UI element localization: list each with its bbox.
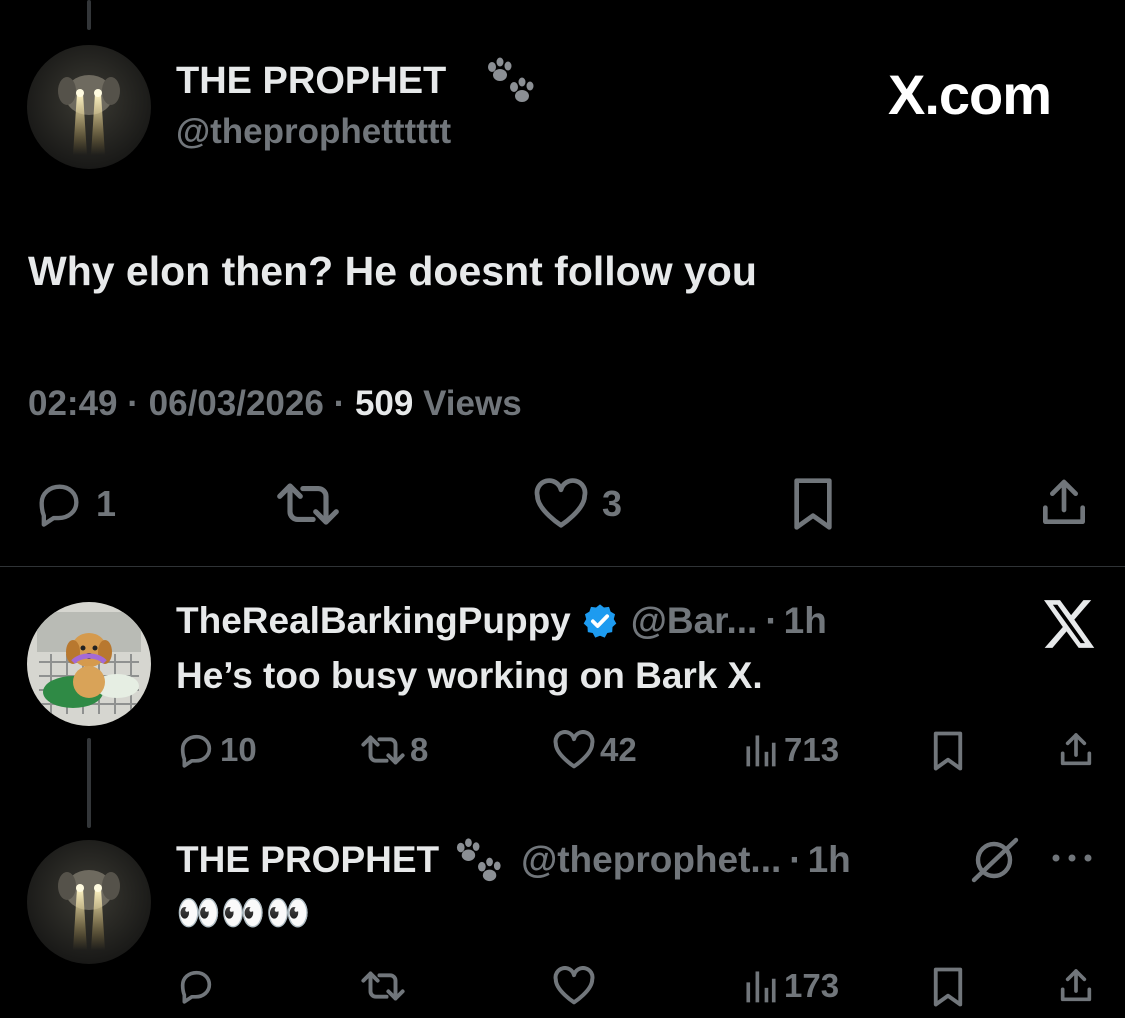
share-button[interactable] <box>1056 728 1096 772</box>
avatar[interactable] <box>27 45 151 169</box>
display-name[interactable]: TheRealBarkingPuppy <box>176 600 571 642</box>
views-count: 173 <box>784 967 840 1004</box>
tweet-time[interactable]: 02:49 <box>28 384 118 423</box>
repost-button[interactable] <box>358 966 408 1006</box>
tweet-text: Why elon then? He doesnt follow you <box>28 248 757 294</box>
repost-button[interactable]: 8 <box>358 730 428 770</box>
analytics-icon <box>742 966 780 1006</box>
tweet-meta: 02:49 · 06/03/2026 · 509 Views <box>28 384 522 424</box>
heart-icon <box>552 730 596 770</box>
thread-line-middle <box>87 738 91 828</box>
x-logo-icon <box>1044 600 1096 648</box>
x-com-brand: X.com <box>888 63 1052 126</box>
repost-count: 8 <box>410 731 429 768</box>
like-button[interactable] <box>552 966 596 1006</box>
share-icon <box>1056 964 1096 1008</box>
paw-prints-icon <box>482 55 540 105</box>
heart-icon <box>552 966 596 1006</box>
separator: · <box>765 600 778 641</box>
heart-icon <box>530 478 592 530</box>
reply-button[interactable]: 1 <box>30 478 116 530</box>
views-count: 713 <box>784 731 840 768</box>
tweet-date[interactable]: 06/03/2026 <box>149 384 324 423</box>
reply-icon <box>176 966 216 1006</box>
share-button[interactable] <box>1036 474 1092 532</box>
user-handle[interactable]: @Bar... <box>631 600 758 642</box>
reply-icon <box>176 730 216 770</box>
views-label[interactable]: Views <box>423 384 522 423</box>
more-options-icon[interactable] <box>1050 850 1094 866</box>
repost-icon <box>358 966 408 1006</box>
separator: · <box>789 839 802 880</box>
user-handle[interactable]: @theprophetttttt <box>176 112 451 152</box>
repost-button[interactable] <box>272 478 344 530</box>
bookmark-icon <box>788 476 838 532</box>
separator: · <box>333 384 346 423</box>
display-name[interactable]: THE PROPHET <box>176 839 439 881</box>
timestamp[interactable]: 1h <box>808 839 851 881</box>
views-button[interactable]: 713 <box>742 730 839 770</box>
bookmark-button[interactable] <box>788 476 838 532</box>
reply-count: 10 <box>220 731 257 768</box>
analytics-icon <box>742 730 780 770</box>
separator: · <box>127 384 139 423</box>
like-count: 42 <box>600 731 637 768</box>
reply-button[interactable]: 10 <box>176 730 257 770</box>
thread-line-top <box>87 0 91 30</box>
views-button[interactable]: 173 <box>742 966 839 1006</box>
reply-button[interactable] <box>176 966 216 1006</box>
share-icon <box>1056 728 1096 772</box>
reply-icon <box>30 478 88 530</box>
views-count[interactable]: 509 <box>355 384 413 423</box>
avatar[interactable] <box>27 840 151 964</box>
verified-badge-icon <box>581 602 619 640</box>
timestamp[interactable]: 1h <box>784 600 827 642</box>
paw-prints-icon <box>451 836 507 884</box>
reply-text: 👀👀👀 <box>176 892 311 933</box>
divider <box>0 566 1125 567</box>
like-button[interactable]: 42 <box>552 730 637 770</box>
reply-count: 1 <box>96 483 117 524</box>
bookmark-icon <box>930 966 966 1008</box>
like-count: 3 <box>602 483 623 524</box>
bookmark-button[interactable] <box>930 966 966 1008</box>
share-button[interactable] <box>1056 964 1096 1008</box>
grok-icon[interactable] <box>968 836 1020 884</box>
reply-header: THE PROPHET @theprophet... · 1h <box>176 836 851 884</box>
repost-icon <box>272 478 344 530</box>
avatar[interactable] <box>27 602 151 726</box>
share-icon <box>1036 474 1092 532</box>
bookmark-button[interactable] <box>930 730 966 772</box>
display-name[interactable]: THE PROPHET <box>176 60 446 103</box>
like-button[interactable]: 3 <box>530 478 622 530</box>
user-handle[interactable]: @theprophet... <box>521 839 781 881</box>
reply-text: He’s too busy working on Bark X. <box>176 655 763 696</box>
repost-icon <box>358 730 408 770</box>
reply-header: TheRealBarkingPuppy @Bar... · 1h <box>176 600 827 642</box>
bookmark-icon <box>930 730 966 772</box>
